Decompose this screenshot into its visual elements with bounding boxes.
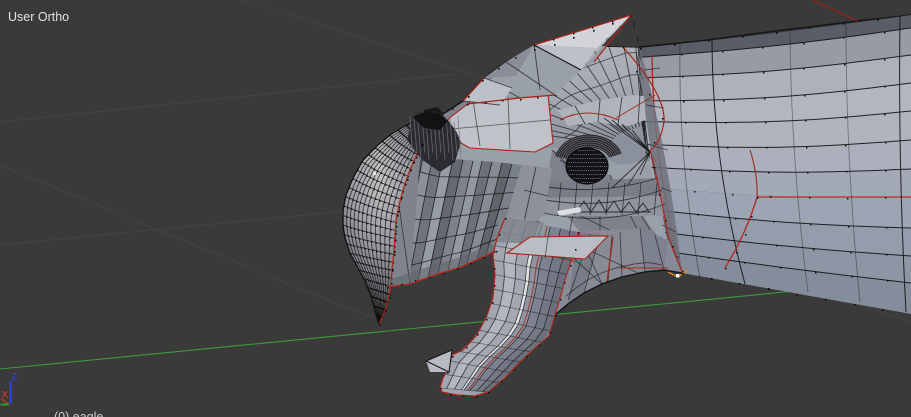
- svg-text:Z: Z: [12, 372, 18, 383]
- svg-text:User Ortho: User Ortho: [8, 10, 69, 24]
- svg-text:(0) eagle: (0) eagle: [54, 410, 103, 417]
